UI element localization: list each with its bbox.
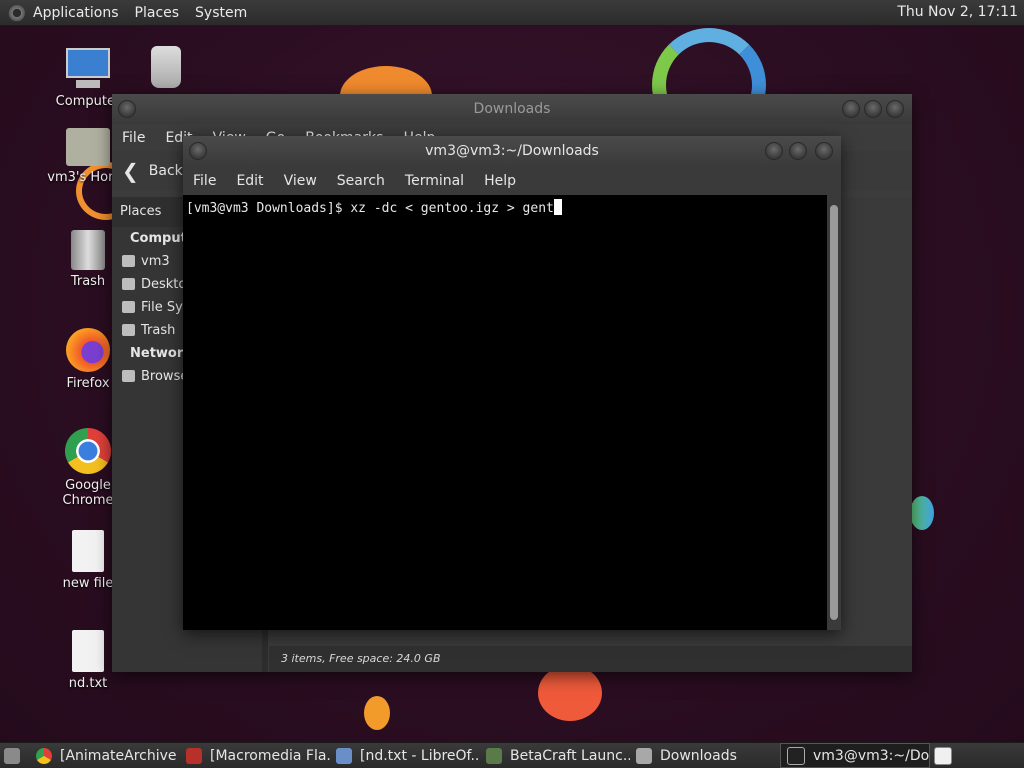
clock[interactable]: Thu Nov 2, 17:11: [897, 4, 1018, 20]
desktop-icon-jar[interactable]: [116, 46, 216, 92]
taskbar-item-label: [nd.txt - LibreOf...: [360, 747, 480, 764]
wallpaper-red-blob: [538, 665, 602, 721]
distro-logo-icon[interactable]: [7, 3, 25, 22]
computer-icon: [64, 46, 112, 90]
file-icon: [72, 630, 104, 672]
taskbar-item-terminal[interactable]: vm3@vm3:~/Do...: [780, 743, 930, 768]
home-icon: [122, 255, 135, 267]
drive-icon: [122, 301, 135, 313]
menu-edit[interactable]: Edit: [226, 173, 273, 189]
wallpaper-blue-blob: [910, 496, 934, 530]
desktop-icon-label: nd.txt: [68, 676, 108, 691]
network-icon: [122, 370, 135, 382]
applications-menu[interactable]: Applications: [25, 5, 127, 21]
workspace-switcher[interactable]: [930, 744, 956, 767]
file-icon: [72, 530, 104, 572]
jar-icon: [151, 46, 181, 88]
desktop-icon-label: Firefox: [66, 376, 110, 391]
taskbar-item-libreoffice[interactable]: [nd.txt - LibreOf...: [330, 744, 480, 767]
window-title: Downloads: [473, 101, 551, 117]
menu-terminal[interactable]: Terminal: [395, 173, 474, 189]
workspace-icon: [934, 746, 952, 765]
desktop-icon-label: Computer: [55, 94, 121, 109]
close-button[interactable]: [886, 100, 904, 118]
taskbar-item-label: Downloads: [660, 747, 737, 764]
taskbar-item-label: [Macromedia Fla...: [210, 747, 330, 764]
home-folder-icon: [66, 128, 110, 166]
terminal-output[interactable]: [vm3@vm3 Downloads]$ xz -dc < gentoo.igz…: [183, 195, 827, 630]
folder-icon: [636, 747, 652, 764]
desktop-icon-label: Trash: [70, 274, 106, 289]
taskbar-item-label: BetaCraft Launc...: [510, 747, 630, 764]
sidebar-item-label: Trash: [141, 323, 176, 338]
taskbar-item-label: [AnimateArchive ...: [60, 747, 180, 764]
terminal-titlebar[interactable]: vm3@vm3:~/Downloads: [183, 136, 841, 167]
taskbar-item-animatearchive[interactable]: [AnimateArchive ...: [30, 744, 180, 767]
show-desktop-button[interactable]: [0, 744, 30, 767]
status-bar: 3 items, Free space: 24.0 GB: [269, 646, 912, 672]
firefox-icon: [66, 328, 110, 372]
sidebar-item-label: vm3: [141, 254, 170, 269]
menu-file[interactable]: File: [112, 130, 155, 146]
file-manager-titlebar[interactable]: Downloads: [112, 94, 912, 124]
window-menu-icon[interactable]: [189, 142, 207, 160]
minimize-button[interactable]: [765, 142, 783, 160]
menu-search[interactable]: Search: [327, 173, 395, 189]
document-icon: [336, 747, 352, 764]
desktop-icon-label: new file: [62, 576, 114, 591]
top-panel: Applications Places System Thu Nov 2, 17…: [0, 0, 1024, 26]
places-menu[interactable]: Places: [127, 5, 188, 21]
taskbar: [AnimateArchive ... [Macromedia Fla... […: [0, 742, 1024, 768]
chrome-icon: [65, 428, 111, 474]
close-button[interactable]: [815, 142, 833, 160]
wallpaper-small-orange: [364, 696, 390, 730]
chrome-icon: [36, 747, 52, 764]
menu-file[interactable]: File: [183, 173, 226, 189]
trash-icon: [71, 230, 105, 270]
maximize-button[interactable]: [789, 142, 807, 160]
maximize-button[interactable]: [864, 100, 882, 118]
terminal-icon: [787, 746, 805, 765]
flash-icon: [186, 747, 202, 764]
taskbar-item-betacraft[interactable]: BetaCraft Launc...: [480, 744, 630, 767]
scrollbar-thumb[interactable]: [830, 205, 838, 620]
window-title: vm3@vm3:~/Downloads: [425, 143, 599, 159]
menu-view[interactable]: View: [274, 173, 327, 189]
system-menu[interactable]: System: [187, 5, 255, 21]
back-arrow-icon: ❮: [122, 159, 139, 183]
terminal-scrollbar[interactable]: [827, 195, 841, 630]
taskbar-item-downloads[interactable]: Downloads: [630, 744, 780, 767]
terminal-command-line: [vm3@vm3 Downloads]$ xz -dc < gentoo.igz…: [186, 201, 554, 216]
terminal-window: vm3@vm3:~/Downloads File Edit View Searc…: [183, 136, 841, 630]
taskbar-item-label: vm3@vm3:~/Do...: [813, 747, 930, 764]
show-desktop-icon: [4, 747, 20, 764]
back-label: Back: [148, 163, 183, 179]
window-menu-icon[interactable]: [118, 100, 136, 118]
menu-help[interactable]: Help: [474, 173, 526, 189]
desktop-icon-label: Google Chrome: [62, 478, 114, 508]
terminal-cursor: [553, 199, 562, 215]
terminal-menubar: File Edit View Search Terminal Help: [183, 167, 841, 195]
trash-icon: [122, 324, 135, 336]
back-button[interactable]: ❮ Back: [112, 159, 183, 183]
minimize-button[interactable]: [842, 100, 860, 118]
java-icon: [486, 747, 502, 764]
taskbar-item-macromedia[interactable]: [Macromedia Fla...: [180, 744, 330, 767]
desktop-icon: [122, 278, 135, 290]
